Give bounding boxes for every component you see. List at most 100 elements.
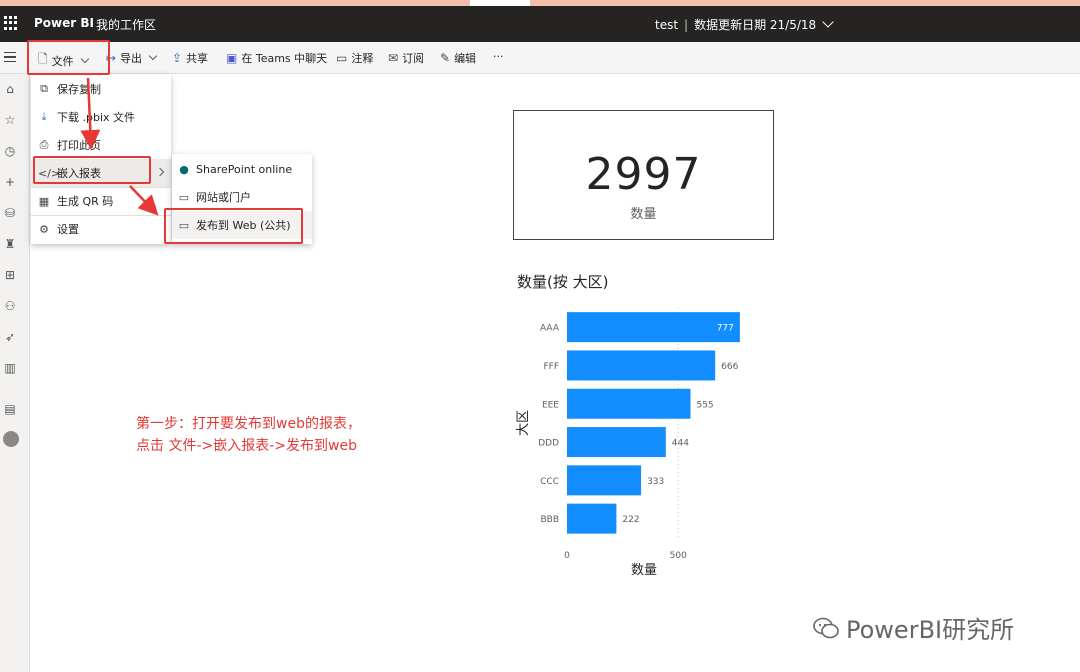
workspace-breadcrumb[interactable]: 我的工作区 [96, 16, 156, 33]
clock-icon[interactable]: ◷ [3, 144, 17, 158]
teams-chat-button[interactable]: ▣ 在 Teams 中聊天 [226, 50, 327, 66]
menu-item-download-pbix[interactable]: ⤓ 下载 .pbix 文件 [31, 103, 171, 131]
action-toolbar: 🗋 文件 ↦ 导出 ⇪ 共享 ▣ 在 Teams 中聊天 ▭ 注释 ✉ 订阅 ✎… [0, 42, 1080, 74]
submenu-item-label: SharePoint online [196, 162, 293, 176]
subscribe-button[interactable]: ✉ 订阅 [388, 50, 424, 66]
chart-title: 数量(按 大区) [517, 273, 608, 291]
instruction-line-1: 第一步：打开要发布到web的报表， [136, 416, 361, 432]
workspaces-icon[interactable]: ▤ [3, 402, 17, 416]
x-tick-label: 500 [670, 551, 687, 561]
export-label: 导出 [120, 52, 143, 65]
bar[interactable] [567, 388, 691, 419]
report-title-dropdown[interactable]: test | 数据更新日期 21/5/18 [655, 16, 834, 33]
bar[interactable] [567, 427, 666, 458]
x-tick-label: 0 [564, 551, 570, 561]
bar-chart[interactable]: 数量(按 大区) AAA 777 FFF 666 EEE 555 DDD 444 CCC 333 BB… [505, 268, 765, 588]
instruction-note: 第一步：打开要发布到web的报表， 点击 文件->嵌入报表->发布到web [136, 413, 361, 457]
menu-item-label: 嵌入报表 [57, 167, 101, 180]
watermark: PowerBI研究所 [812, 610, 1014, 645]
data-label: 333 [647, 477, 664, 487]
wechat-icon [813, 617, 839, 638]
menu-item-settings[interactable]: ⚙ 设置 [31, 215, 171, 243]
menu-item-print-page[interactable]: ⎙ 打印此页 [31, 131, 171, 159]
pencil-icon: ✎ [440, 51, 451, 65]
menu-item-generate-qr[interactable]: ▦ 生成 QR 码 [31, 187, 171, 215]
kpi-label: 数量 [630, 207, 657, 222]
bar[interactable] [567, 503, 617, 534]
book-icon[interactable]: ▥ [3, 361, 17, 375]
share-label: 共享 [186, 52, 209, 65]
watermark-text: PowerBI研究所 [846, 616, 1015, 644]
more-options-button[interactable]: ··· [493, 50, 504, 63]
home-icon[interactable]: ⌂ [3, 82, 17, 96]
submenu-item-label: 网站或门户 [196, 191, 251, 204]
trophy-icon[interactable]: ♜ [3, 237, 17, 251]
submenu-item-publish-web[interactable]: ▭ 发布到 Web (公共) [172, 211, 312, 239]
edit-label: 编辑 [454, 52, 477, 65]
embed-submenu: ● SharePoint online ▭ 网站或门户 ▭ 发布到 Web (公… [172, 154, 312, 244]
settings-icon: ⚙ [39, 222, 49, 236]
account-avatar-icon[interactable] [3, 431, 19, 447]
category-label: DDD [538, 439, 559, 449]
plus-icon[interactable]: + [3, 175, 17, 189]
database-icon[interactable]: ⛁ [3, 206, 17, 220]
kpi-card[interactable]: 2997 数量 [513, 110, 774, 240]
bar[interactable] [567, 465, 642, 496]
brand-name[interactable]: Power BI [34, 16, 94, 30]
star-icon[interactable]: ☆ [3, 113, 17, 127]
file-menu-button[interactable]: 🗋 文件 [38, 50, 89, 71]
print-icon: ⎙ [39, 138, 49, 151]
subscribe-label: 订阅 [402, 52, 425, 65]
kpi-value: 2997 [585, 149, 702, 200]
edit-button[interactable]: ✎ 编辑 [440, 50, 476, 66]
left-navigation: ⌂ ☆ ◷ + ⛁ ♜ ⊞ ⚇ ➶ ▥ ▤ [0, 74, 30, 672]
category-label: BBB [540, 515, 559, 525]
comment-button[interactable]: ▭ 注释 [336, 50, 373, 66]
y-axis-title: 大区 [516, 410, 531, 436]
chevron-down-icon [822, 16, 834, 28]
teams-chat-label: 在 Teams 中聊天 [241, 52, 328, 65]
category-label: AAA [540, 324, 560, 334]
export-button[interactable]: ↦ 导出 [106, 50, 158, 66]
app-launcher-icon[interactable] [4, 16, 18, 30]
app-header: Power BI 我的工作区 test | 数据更新日期 21/5/18 [0, 6, 1080, 42]
apps-icon[interactable]: ⊞ [3, 268, 17, 282]
download-icon: ⤓ [41, 110, 47, 123]
category-label: CCC [540, 477, 559, 487]
submenu-item-website-portal[interactable]: ▭ 网站或门户 [172, 183, 312, 211]
website-icon: ▭ [178, 190, 190, 204]
menu-item-save-copy[interactable]: ⧉ 保存复制 [31, 75, 171, 103]
data-label: 222 [622, 515, 639, 525]
submenu-item-label: 发布到 Web (公共) [196, 219, 291, 232]
document-icon: 🗋 [38, 52, 48, 66]
data-label: 777 [717, 324, 734, 334]
menu-item-embed-report[interactable]: </> 嵌入报表 [31, 159, 171, 187]
category-label: EEE [542, 400, 559, 410]
menu-item-label: 下载 .pbix 文件 [57, 111, 136, 124]
code-icon: </> [38, 166, 61, 180]
sharepoint-icon: ● [179, 162, 189, 176]
x-axis-title: 数量 [631, 563, 657, 578]
share-icon: ⇪ [172, 51, 183, 65]
data-label: 555 [696, 400, 713, 410]
file-menu-label: 文件 [51, 54, 74, 68]
bar[interactable] [567, 350, 716, 381]
comment-icon: ▭ [336, 51, 348, 65]
data-label: 666 [721, 362, 738, 372]
share-button[interactable]: ⇪ 共享 [172, 50, 208, 66]
rocket-icon[interactable]: ➶ [3, 330, 17, 344]
chevron-right-icon [155, 167, 165, 177]
title-separator: | [684, 18, 689, 32]
category-label: FFF [543, 362, 559, 372]
bar[interactable] [567, 312, 740, 343]
chevron-down-icon [80, 54, 89, 63]
instruction-line-2: 点击 文件->嵌入报表->发布到web [136, 438, 357, 454]
export-icon: ↦ [106, 51, 117, 65]
menu-item-label: 打印此页 [57, 139, 101, 152]
people-icon[interactable]: ⚇ [3, 299, 17, 313]
comment-label: 注释 [351, 52, 374, 65]
submenu-item-sharepoint[interactable]: ● SharePoint online [172, 155, 312, 183]
qr-icon: ▦ [38, 194, 50, 208]
hamburger-menu-icon[interactable] [4, 52, 16, 62]
copy-icon: ⧉ [40, 82, 48, 95]
